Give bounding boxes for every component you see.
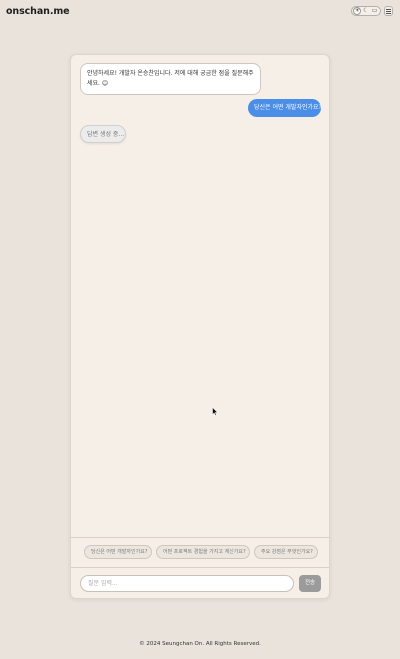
monitor-icon[interactable]: ▭ — [371, 7, 379, 15]
suggested-questions: 당신은 어떤 개발자인가요? 어떤 프로젝트 경험을 가지고 계신가요? 주요 … — [71, 537, 329, 567]
mouse-cursor-icon — [212, 407, 218, 416]
loading-indicator: 답변 생성 중... — [80, 125, 126, 143]
suggestion-chip[interactable]: 당신은 어떤 개발자인가요? — [84, 545, 152, 559]
user-message: 당신은 어떤 개발자인가요? — [248, 99, 322, 117]
question-input[interactable] — [80, 575, 294, 592]
site-logo[interactable]: onschan.me — [6, 6, 70, 17]
suggestion-chip[interactable]: 어떤 프로젝트 경험을 가지고 계신가요? — [156, 545, 250, 559]
footer-copyright: © 2024 Seungchan On. All Rights Reserved… — [139, 641, 261, 647]
sun-icon[interactable]: ☀ — [353, 7, 362, 15]
suggestion-chip[interactable]: 주요 강점은 무엇인가요? — [254, 545, 318, 559]
chat-window: 안녕하세요! 개발자 온승찬입니다. 저에 대해 궁금한 점을 질문해주세요. … — [70, 54, 330, 599]
message-list[interactable]: 안녕하세요! 개발자 온승찬입니다. 저에 대해 궁금한 점을 질문해주세요. … — [71, 55, 329, 537]
theme-switcher[interactable]: ☀ ☾ ▭ — [351, 6, 381, 16]
moon-icon[interactable]: ☾ — [362, 7, 370, 15]
send-button[interactable]: 전송 — [299, 575, 321, 592]
hamburger-icon[interactable] — [384, 6, 393, 16]
bot-message: 안녕하세요! 개발자 온승찬입니다. 저에 대해 궁금한 점을 질문해주세요. … — [80, 63, 261, 95]
site-header: onschan.me ☀ ☾ ▭ — [0, 0, 400, 24]
input-bar: 전송 — [71, 567, 329, 598]
